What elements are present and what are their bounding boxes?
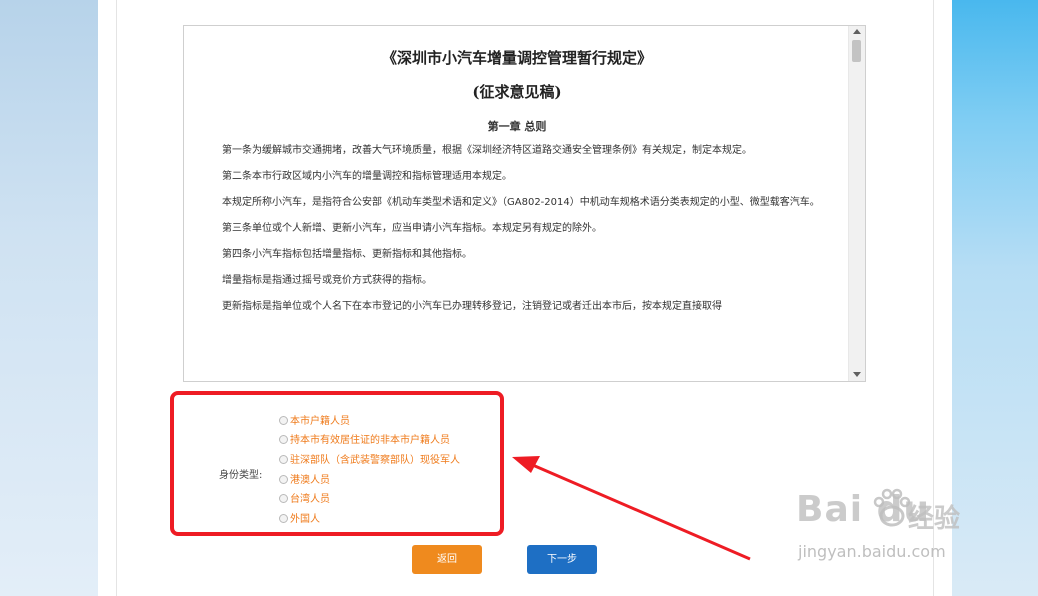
baidu-watermark: Bai du 经验 jingyan.baidu.com xyxy=(796,488,986,575)
watermark-url: jingyan.baidu.com xyxy=(798,542,946,561)
watermark-brand-cn: 经验 xyxy=(908,504,961,534)
